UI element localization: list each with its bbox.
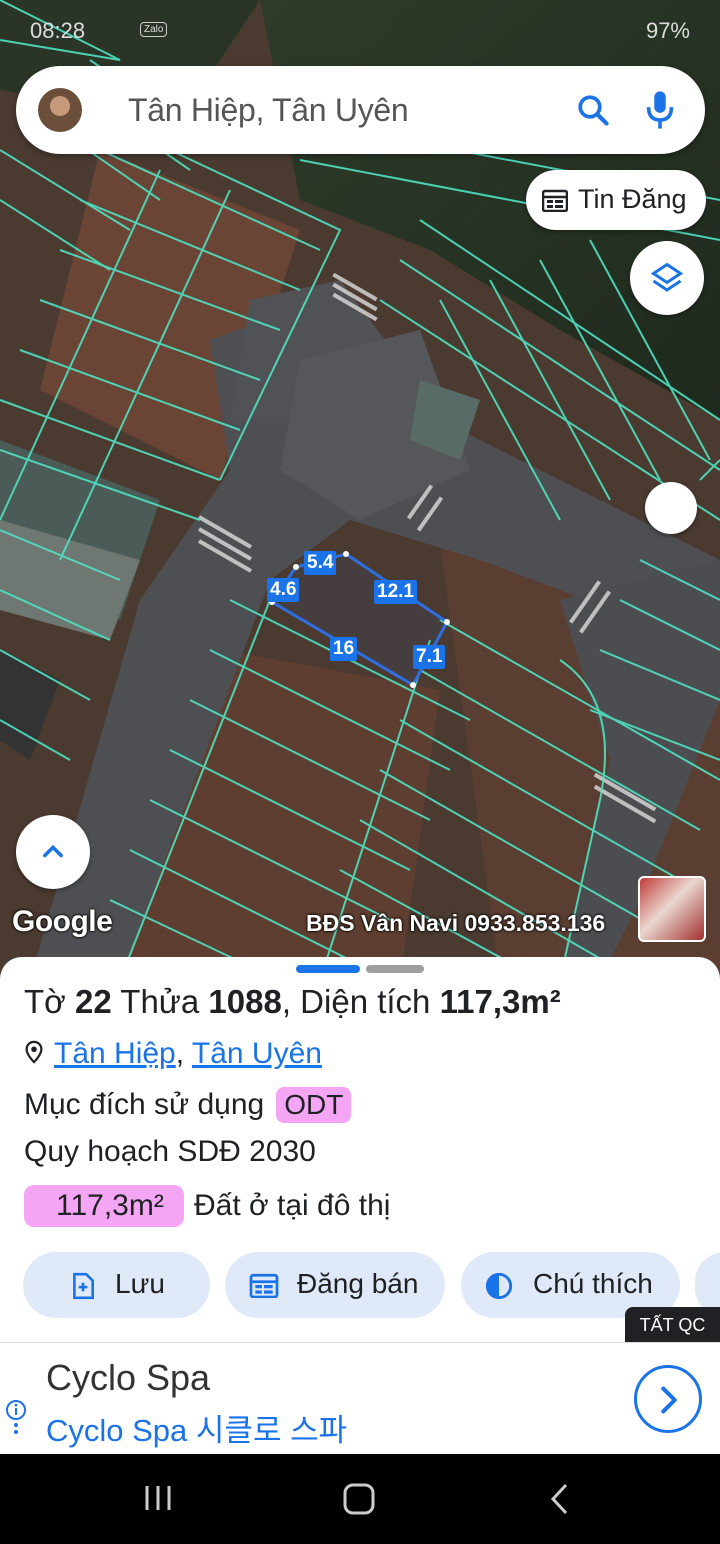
area-value: 117,3m² bbox=[439, 983, 561, 1020]
map-view[interactable]: 5.4 4.6 12.1 16 7.1 08:28 Zalo 97% Tân H… bbox=[0, 0, 720, 980]
save-button[interactable]: Lưu bbox=[23, 1252, 210, 1318]
bookmark-add-icon bbox=[71, 1272, 95, 1307]
search-bar[interactable]: Tân Hiệp, Tân Uyên bbox=[16, 66, 705, 154]
street-view-thumbnail[interactable] bbox=[638, 876, 706, 942]
planning-row: 117,3m² Đất ở tại đô thị bbox=[24, 1185, 390, 1227]
planning-area-badge: 117,3m² bbox=[24, 1185, 184, 1227]
commune-link[interactable]: Tân Hiệp bbox=[54, 1037, 176, 1070]
info-icon[interactable] bbox=[5, 1399, 27, 1444]
avatar[interactable] bbox=[38, 88, 82, 132]
layers-icon bbox=[650, 262, 684, 292]
edge-length-label: 5.4 bbox=[304, 551, 337, 575]
search-icon[interactable] bbox=[575, 92, 611, 133]
back-icon[interactable] bbox=[548, 1482, 572, 1521]
sheet-handle-active[interactable] bbox=[296, 965, 360, 973]
land-use-row: Mục đích sử dụng ODT bbox=[24, 1087, 352, 1123]
area-prefix: , Diện tích bbox=[281, 983, 431, 1020]
land-use-label: Mục đích sử dụng bbox=[24, 1088, 265, 1121]
close-ads-button[interactable]: TẤT QC bbox=[625, 1307, 720, 1343]
system-nav-bar bbox=[0, 1454, 720, 1544]
planning-label: Quy hoạch SDĐ 2030 bbox=[24, 1135, 316, 1168]
parcel-title: Tờ 22 Thửa 1088, Diện tích 117,3m² bbox=[24, 983, 561, 1021]
title-prefix: Tờ bbox=[24, 983, 66, 1020]
layers-button[interactable] bbox=[630, 241, 704, 315]
expand-up-button[interactable] bbox=[16, 815, 90, 889]
status-bar: 08:28 Zalo 97% bbox=[0, 0, 720, 60]
edge-length-label: 16 bbox=[330, 637, 358, 661]
sheet-handle[interactable] bbox=[366, 965, 424, 973]
location-row: Tân Hiệp, Tân Uyên bbox=[24, 1037, 322, 1072]
post-sale-button[interactable]: Đăng bán bbox=[225, 1252, 445, 1318]
calendar-icon bbox=[249, 1272, 279, 1305]
ad-open-button[interactable] bbox=[634, 1365, 702, 1433]
microphone-icon[interactable] bbox=[645, 90, 675, 135]
home-icon[interactable] bbox=[342, 1482, 376, 1521]
chevron-up-icon bbox=[43, 844, 63, 858]
land-use-badge: ODT bbox=[276, 1087, 352, 1123]
contrast-icon bbox=[485, 1272, 513, 1307]
action-chips: Lưu Đăng bán Chú thích bbox=[0, 1252, 720, 1318]
plot-number: 1088 bbox=[208, 983, 282, 1020]
tin-dang-label: Tin Đăng bbox=[578, 184, 687, 214]
ad-title: Cyclo Spa bbox=[46, 1357, 211, 1398]
chevron-right-icon bbox=[661, 1386, 677, 1414]
map-watermark: BĐS Vân Navi 0933.853.136 bbox=[306, 910, 606, 936]
compass-button[interactable] bbox=[645, 482, 697, 534]
calendar-icon bbox=[541, 188, 569, 219]
save-label: Lưu bbox=[115, 1268, 165, 1299]
post-sale-label: Đăng bán bbox=[297, 1268, 419, 1299]
search-input[interactable]: Tân Hiệp, Tân Uyên bbox=[128, 92, 409, 129]
edge-length-label: 7.1 bbox=[413, 645, 446, 669]
parcel-info-sheet[interactable]: Tờ 22 Thửa 1088, Diện tích 117,3m² Tân H… bbox=[0, 957, 720, 1352]
battery-level: 97% bbox=[645, 18, 690, 43]
recent-apps-icon[interactable] bbox=[142, 1482, 174, 1519]
status-time: 08:28 bbox=[30, 18, 86, 43]
ad-banner[interactable]: Cyclo Spa Cyclo Spa 시클로 스파 bbox=[0, 1342, 720, 1454]
planning-use: Đất ở tại đô thị bbox=[194, 1189, 391, 1222]
tin-dang-button[interactable]: Tin Đăng bbox=[526, 170, 706, 230]
sheet-number: 22 bbox=[74, 983, 112, 1020]
edge-length-label: 12.1 bbox=[374, 580, 417, 604]
google-logo: Google bbox=[12, 905, 113, 938]
legend-label: Chú thích bbox=[533, 1268, 653, 1299]
ad-subtitle: Cyclo Spa 시클로 스파 bbox=[46, 1413, 348, 1448]
location-pin-icon bbox=[24, 1038, 44, 1072]
zalo-notification-icon: Zalo bbox=[140, 22, 168, 37]
district-link[interactable]: Tân Uyên bbox=[192, 1037, 322, 1070]
plot-prefix: Thửa bbox=[120, 983, 200, 1020]
edge-length-label: 4.6 bbox=[267, 578, 300, 602]
